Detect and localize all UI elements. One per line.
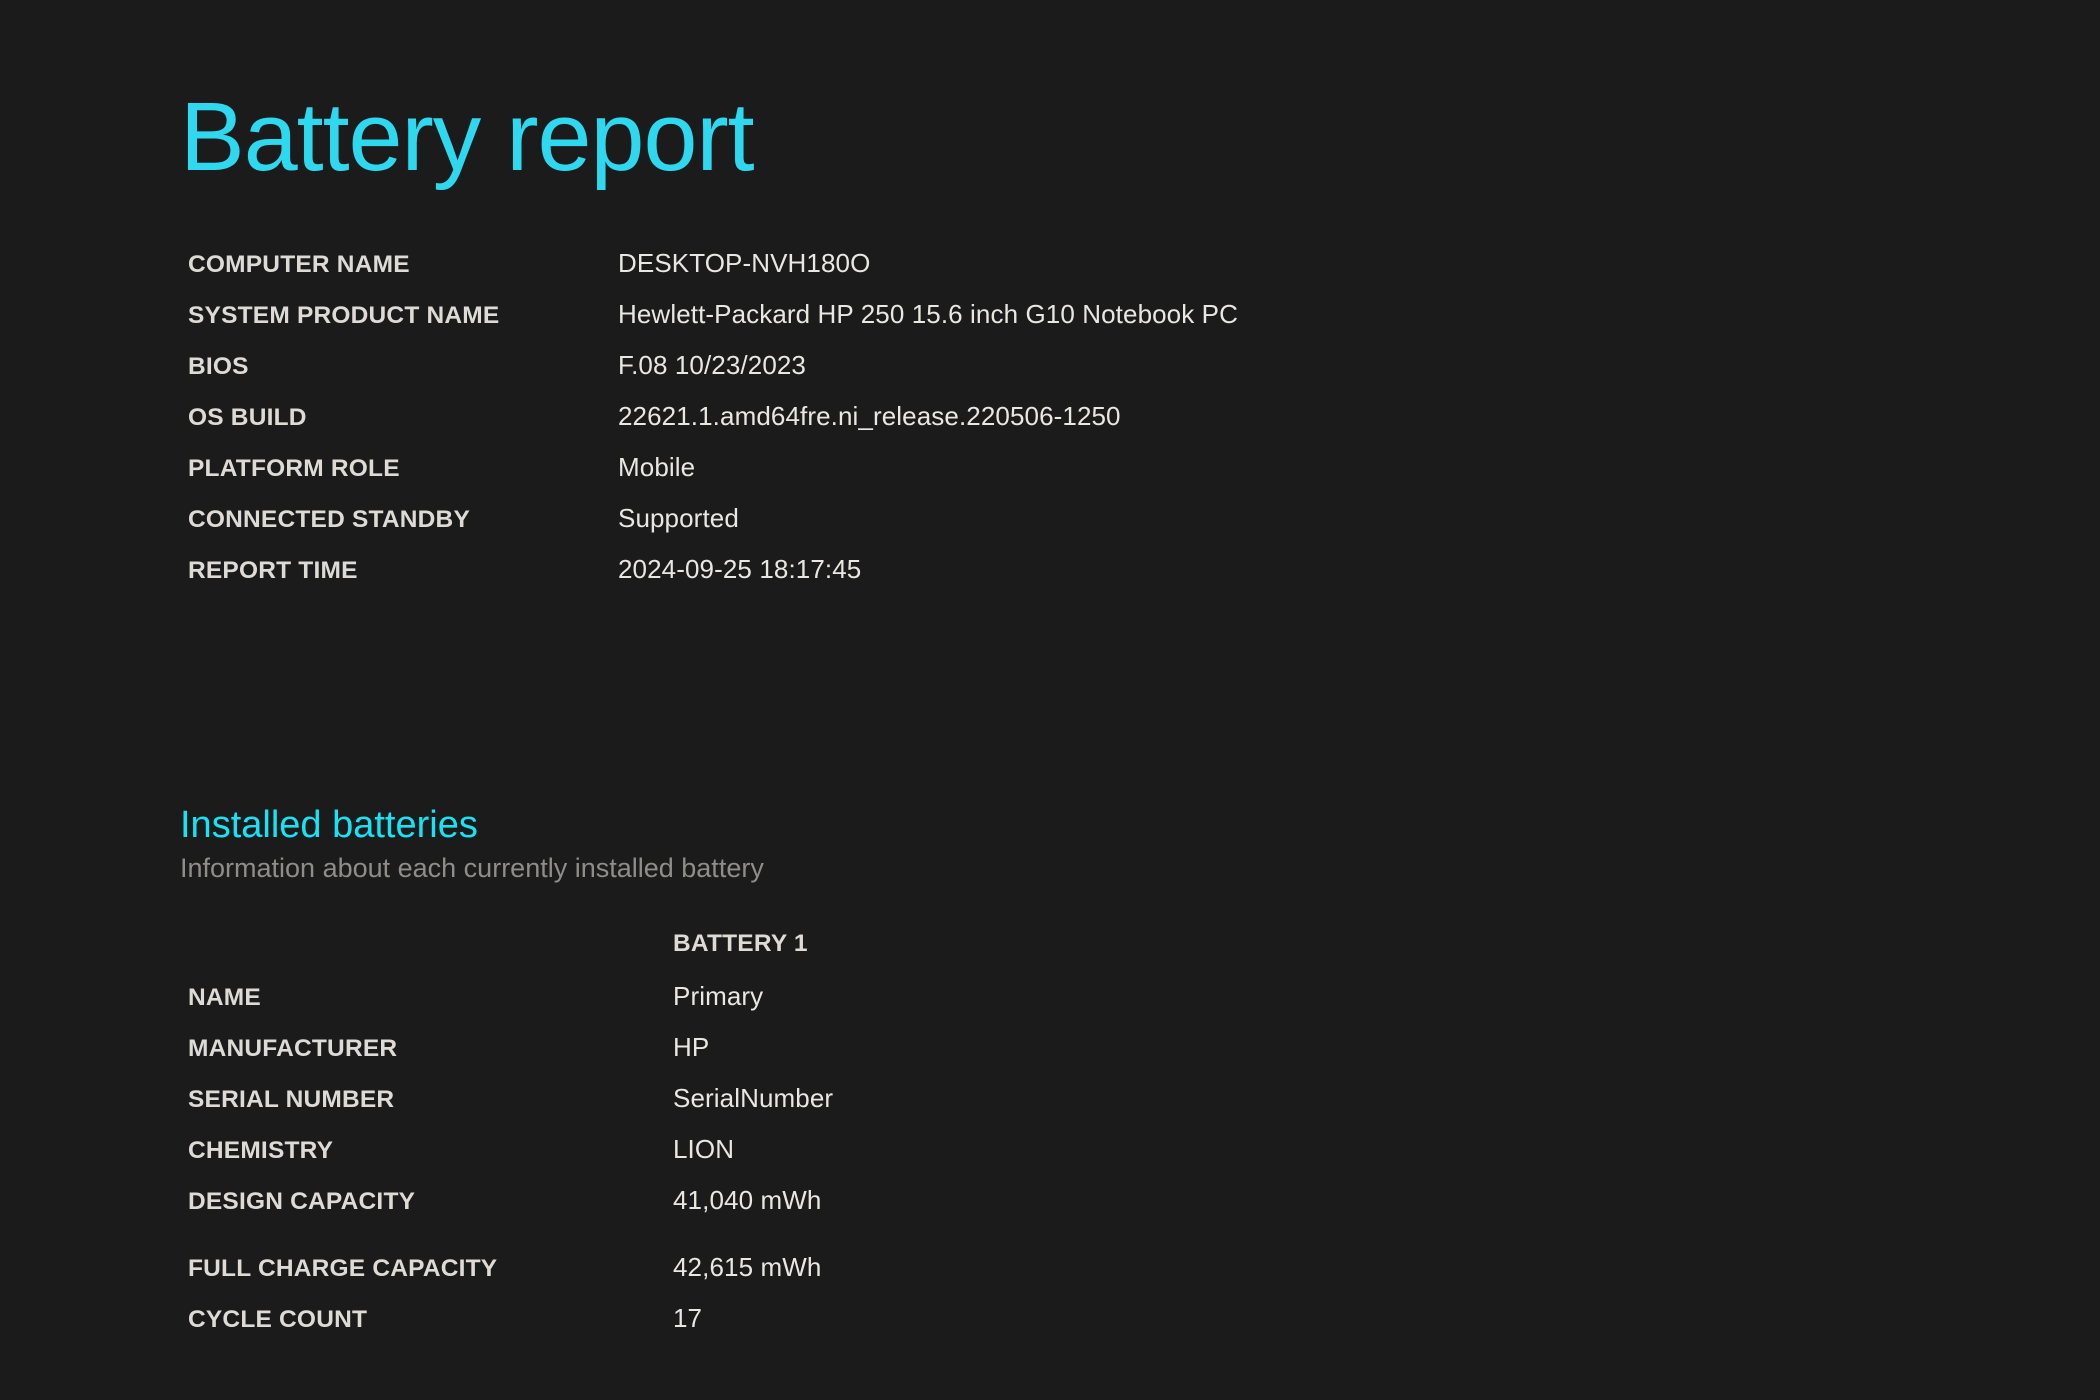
installed-batteries-section: Installed batteries Information about ea… — [180, 805, 764, 883]
row-value: 41,040 mWh — [673, 1185, 821, 1216]
system-info-table: COMPUTER NAMEDESKTOP-NVH180OSYSTEM PRODU… — [188, 248, 1688, 605]
column-header-battery-1: BATTERY 1 — [673, 930, 808, 958]
row-label: DESIGN CAPACITY — [188, 1188, 673, 1216]
row-value: Supported — [618, 503, 739, 534]
section-heading-installed-batteries: Installed batteries — [180, 805, 764, 847]
table-row: COMPUTER NAMEDESKTOP-NVH180O — [188, 248, 1688, 299]
row-value: HP — [673, 1032, 709, 1063]
row-label: REPORT TIME — [188, 557, 618, 585]
table-row: CHEMISTRYLION — [188, 1134, 1688, 1185]
table-row: FULL CHARGE CAPACITY42,615 mWh — [188, 1252, 1688, 1303]
table-row: BIOSF.08 10/23/2023 — [188, 350, 1688, 401]
row-value: DESKTOP-NVH180O — [618, 248, 870, 279]
row-label: MANUFACTURER — [188, 1035, 673, 1063]
row-label: CONNECTED STANDBY — [188, 506, 618, 534]
table-row: DESIGN CAPACITY41,040 mWh — [188, 1185, 1688, 1236]
section-subtitle-installed-batteries: Information about each currently install… — [180, 854, 764, 884]
row-label: SYSTEM PRODUCT NAME — [188, 302, 618, 330]
row-label: NAME — [188, 984, 673, 1012]
row-value: 22621.1.amd64fre.ni_release.220506-1250 — [618, 401, 1121, 432]
row-value: Primary — [673, 981, 763, 1012]
row-value: 42,615 mWh — [673, 1252, 821, 1283]
table-row: REPORT TIME2024-09-25 18:17:45 — [188, 554, 1688, 605]
row-value: Mobile — [618, 452, 695, 483]
row-label: COMPUTER NAME — [188, 251, 618, 279]
table-row: SERIAL NUMBERSerialNumber — [188, 1083, 1688, 1134]
table-row: SYSTEM PRODUCT NAMEHewlett-Packard HP 25… — [188, 299, 1688, 350]
table-row: CYCLE COUNT17 — [188, 1303, 1688, 1354]
page-title: Battery report — [180, 83, 754, 192]
table-row: OS BUILD22621.1.amd64fre.ni_release.2205… — [188, 401, 1688, 452]
row-value: Hewlett-Packard HP 250 15.6 inch G10 Not… — [618, 299, 1238, 330]
row-value: 17 — [673, 1303, 702, 1334]
row-value: LION — [673, 1134, 734, 1165]
table-header-row: BATTERY 1 — [188, 930, 1688, 981]
table-row: MANUFACTURERHP — [188, 1032, 1688, 1083]
table-row: PLATFORM ROLEMobile — [188, 452, 1688, 503]
row-label: BIOS — [188, 353, 618, 381]
row-label: OS BUILD — [188, 404, 618, 432]
row-label: PLATFORM ROLE — [188, 455, 618, 483]
table-row: CONNECTED STANDBYSupported — [188, 503, 1688, 554]
row-label: CHEMISTRY — [188, 1137, 673, 1165]
battery-report-page: Battery report COMPUTER NAMEDESKTOP-NVH1… — [0, 0, 2100, 1400]
battery-info-table: BATTERY 1 NAMEPrimaryMANUFACTURERHPSERIA… — [188, 930, 1688, 1354]
row-label: CYCLE COUNT — [188, 1306, 673, 1334]
row-value: F.08 10/23/2023 — [618, 350, 806, 381]
row-value: SerialNumber — [673, 1083, 833, 1114]
table-row: NAMEPrimary — [188, 981, 1688, 1032]
row-label: SERIAL NUMBER — [188, 1086, 673, 1114]
row-value: 2024-09-25 18:17:45 — [618, 554, 861, 585]
row-label: FULL CHARGE CAPACITY — [188, 1255, 673, 1283]
